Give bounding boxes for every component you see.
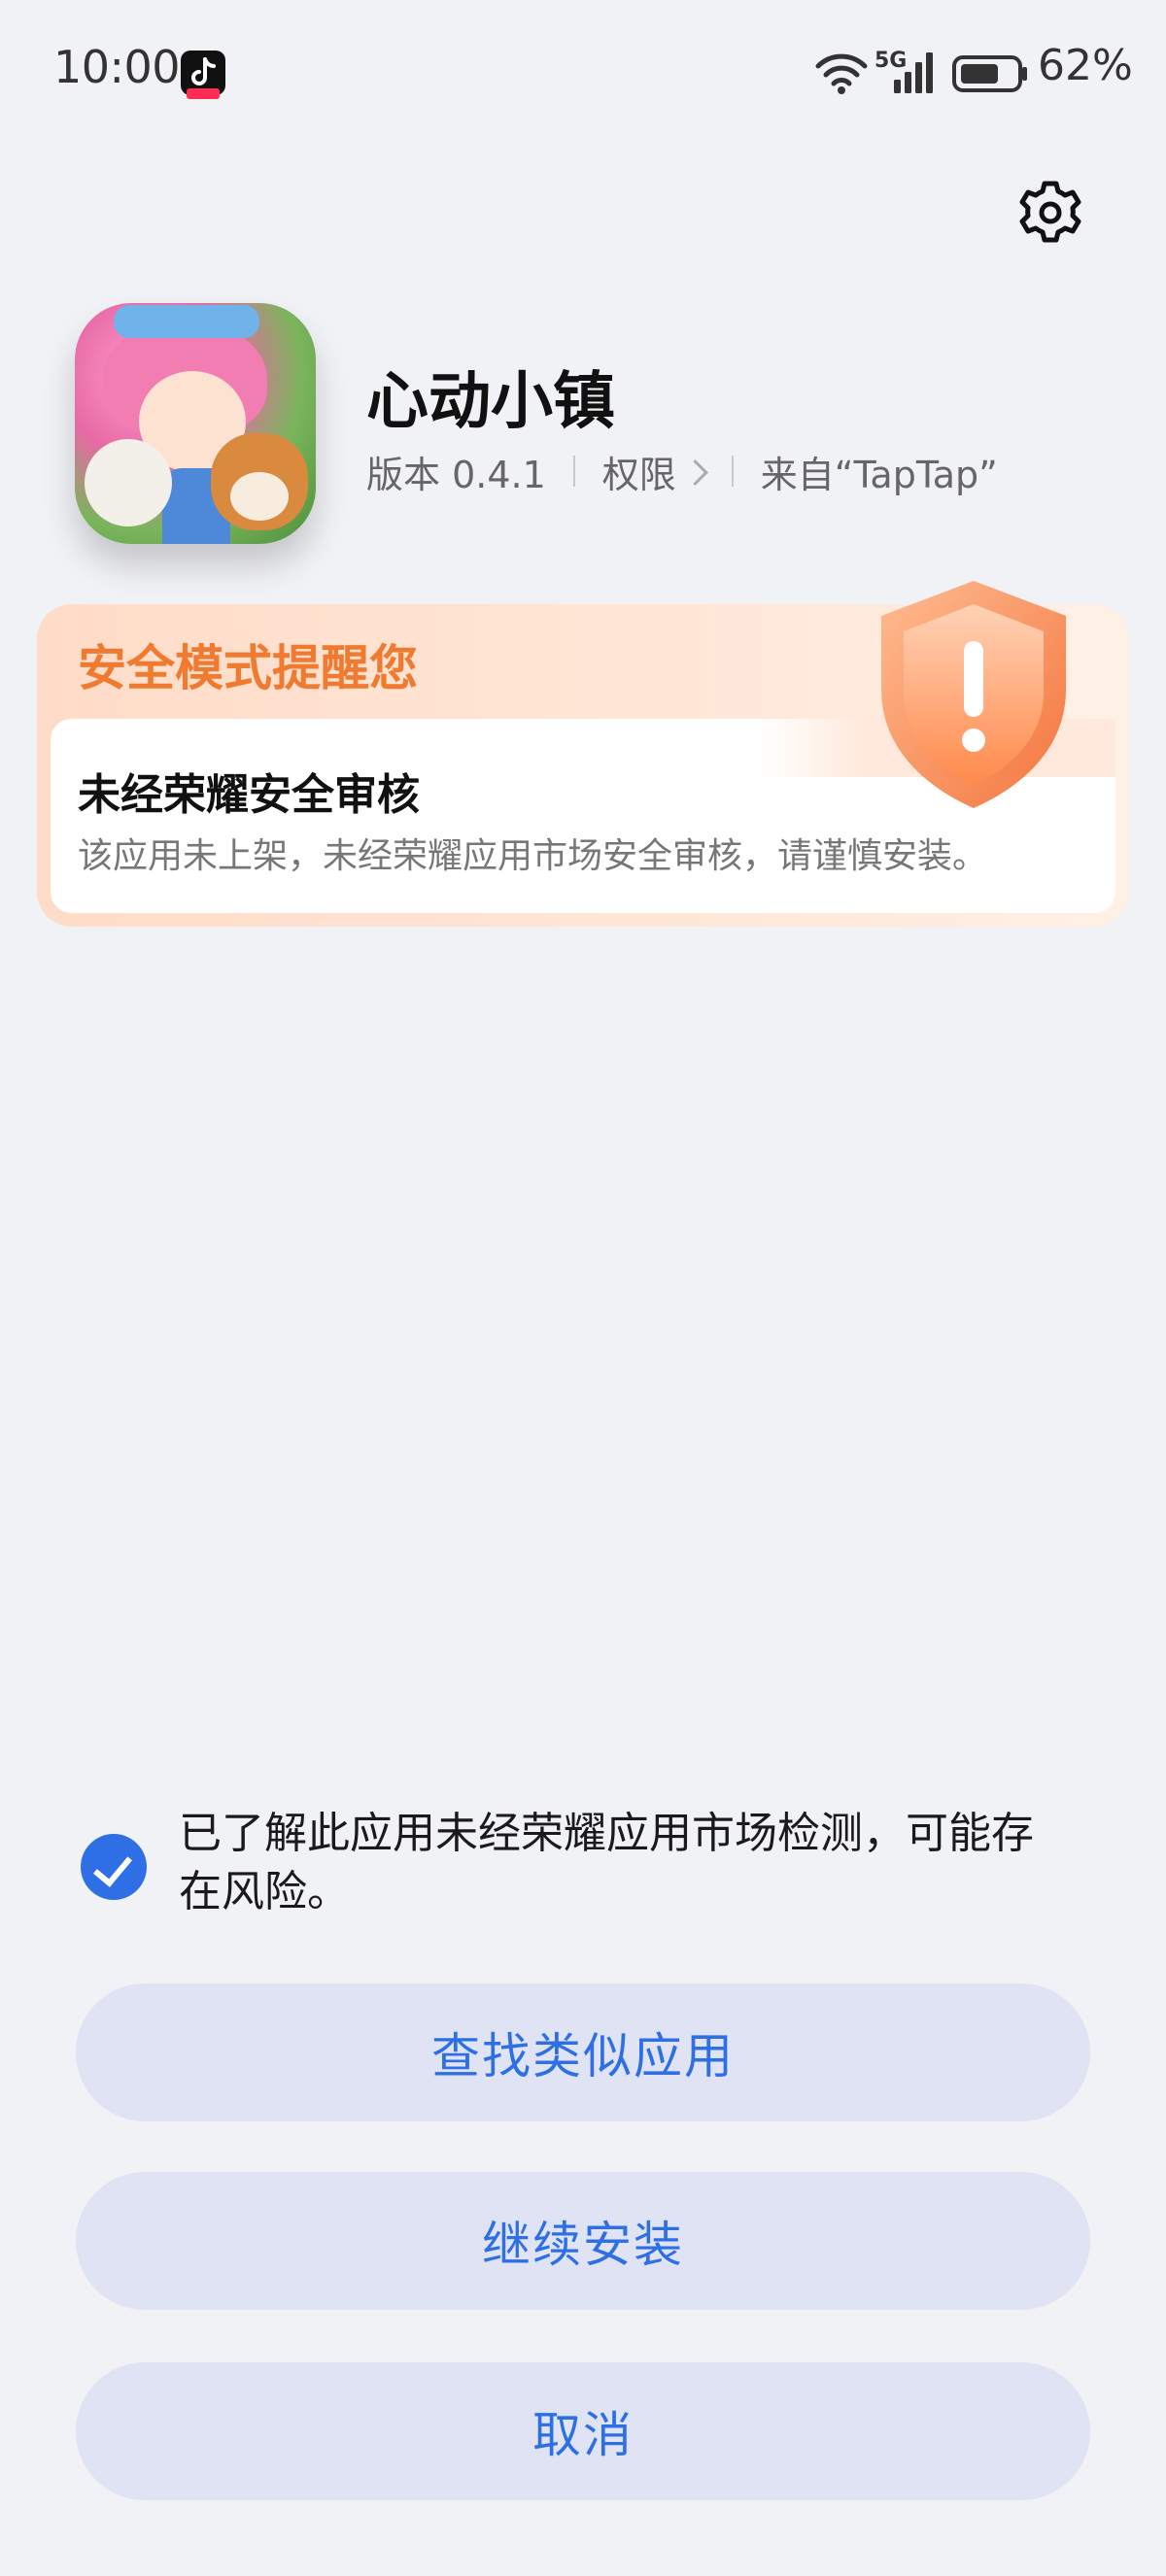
warning-title: 安全模式提醒您 bbox=[78, 640, 418, 696]
chevron-right-icon bbox=[681, 458, 708, 486]
battery-percentage: 62% bbox=[1038, 41, 1133, 90]
cancel-button[interactable]: 取消 bbox=[76, 2362, 1090, 2500]
find-similar-apps-button[interactable]: 查找类似应用 bbox=[76, 1983, 1090, 2121]
battery-icon bbox=[952, 54, 1030, 93]
app-source: 来自“TapTap” bbox=[760, 453, 998, 496]
status-time: 10:00 bbox=[53, 41, 181, 93]
permissions-link[interactable]: 权限 bbox=[601, 445, 708, 498]
acknowledge-checkbox[interactable] bbox=[81, 1834, 147, 1900]
continue-install-button[interactable]: 继续安装 bbox=[76, 2172, 1090, 2310]
gear-icon[interactable] bbox=[1016, 179, 1084, 247]
wifi-icon bbox=[814, 51, 869, 95]
app-icon bbox=[75, 303, 316, 544]
tiktok-notification-icon bbox=[181, 51, 225, 99]
warning-heading: 未经荣耀安全审核 bbox=[78, 770, 420, 820]
app-meta-row: 版本 0.4.1 权限 来自“TapTap” bbox=[366, 445, 998, 498]
divider bbox=[731, 456, 734, 487]
permissions-label: 权限 bbox=[601, 453, 676, 496]
app-name: 心动小镇 bbox=[366, 366, 615, 438]
app-version: 版本 0.4.1 bbox=[366, 453, 546, 496]
divider bbox=[572, 456, 575, 487]
acknowledge-text: 已了解此应用未经荣耀应用市场检测，可能存在风险。 bbox=[179, 1809, 1034, 1916]
warning-body: 该应用未上架，未经荣耀应用市场安全审核，请谨慎安装。 bbox=[78, 836, 988, 876]
warning-shield-icon bbox=[867, 573, 1080, 816]
signal-icon: 5G bbox=[874, 49, 943, 95]
